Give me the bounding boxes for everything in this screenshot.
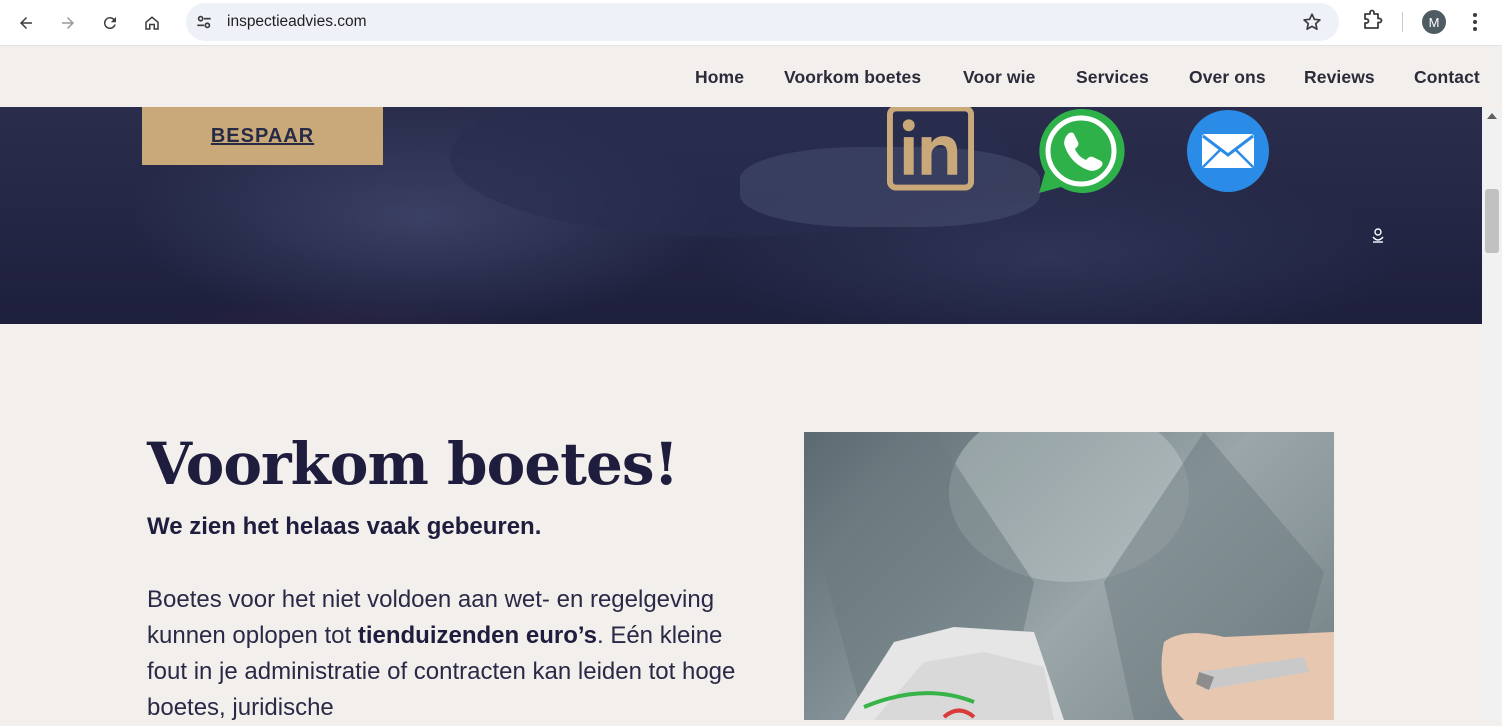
arrow-left-icon bbox=[20, 17, 32, 29]
whatsapp-icon bbox=[1039, 108, 1125, 193]
section-subtitle: We zien het helaas vaak gebeuren. bbox=[147, 513, 542, 540]
nav-over-ons[interactable]: Over ons bbox=[1189, 67, 1266, 88]
nav-reviews[interactable]: Reviews bbox=[1304, 67, 1375, 88]
anchor-icon[interactable] bbox=[1370, 227, 1386, 245]
hero-banner: BESPAAR bbox=[0, 107, 1482, 324]
forward-button[interactable] bbox=[53, 8, 83, 38]
more-menu-icon[interactable] bbox=[1465, 9, 1485, 35]
page-scrollbar[interactable] bbox=[1482, 107, 1502, 720]
url-text[interactable]: inspectieadvies.com bbox=[227, 13, 367, 31]
nav-services[interactable]: Services bbox=[1076, 67, 1149, 88]
whatsapp-link[interactable] bbox=[1035, 107, 1127, 196]
linkedin-link[interactable] bbox=[886, 107, 975, 191]
home-icon bbox=[145, 16, 159, 30]
mail-link[interactable] bbox=[1186, 109, 1270, 193]
scrollbar-thumb[interactable] bbox=[1485, 189, 1499, 253]
home-button[interactable] bbox=[137, 8, 167, 38]
photo-illustration bbox=[824, 432, 1334, 720]
linkedin-icon bbox=[886, 107, 975, 191]
business-photo bbox=[804, 432, 1334, 720]
nav-home[interactable]: Home bbox=[695, 67, 744, 88]
address-bar[interactable]: inspectieadvies.com bbox=[186, 3, 1339, 41]
page-title: Voorkom boetes! bbox=[147, 430, 679, 498]
arrow-right-icon bbox=[62, 17, 74, 29]
intro-paragraph: Boetes voor het niet voldoen aan wet- en… bbox=[147, 582, 747, 726]
intro-text-bold: tienduizenden euro’s bbox=[357, 622, 597, 649]
reload-button[interactable] bbox=[95, 8, 125, 38]
browser-toolbar: inspectieadvies.com M bbox=[0, 0, 1502, 46]
bespaar-button[interactable]: BESPAAR bbox=[142, 107, 383, 165]
nav-voor-wie[interactable]: Voor wie bbox=[963, 67, 1035, 88]
site-settings-icon[interactable] bbox=[194, 12, 214, 32]
nav-voorkom-boetes[interactable]: Voorkom boetes bbox=[784, 67, 921, 88]
bookmark-star-icon[interactable] bbox=[1301, 11, 1323, 33]
extensions-icon[interactable] bbox=[1360, 9, 1384, 33]
toolbar-divider bbox=[1402, 12, 1403, 32]
reload-icon bbox=[103, 17, 116, 30]
mail-icon bbox=[1187, 110, 1269, 192]
back-button[interactable] bbox=[11, 8, 41, 38]
scroll-up-icon[interactable] bbox=[1487, 113, 1497, 119]
profile-avatar[interactable]: M bbox=[1422, 10, 1446, 34]
nav-contact[interactable]: Contact bbox=[1414, 67, 1480, 88]
site-navigation: Home Voorkom boetes Voor wie Services Ov… bbox=[0, 47, 1502, 107]
